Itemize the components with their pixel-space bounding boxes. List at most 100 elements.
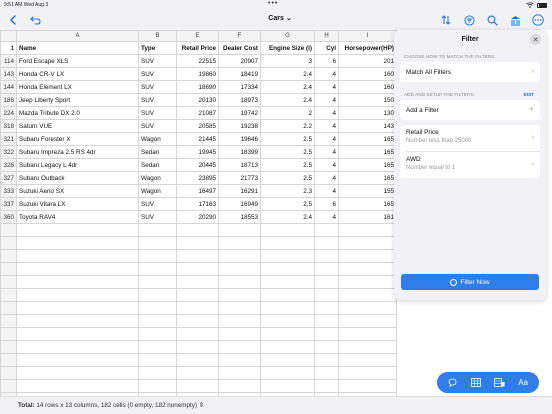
- table-cell[interactable]: Subaru Impreza 2.5 RS 4dr: [16, 145, 139, 159]
- table-cell[interactable]: 22515: [176, 54, 219, 68]
- empty-cell[interactable]: [176, 275, 219, 289]
- corner-cell[interactable]: [0, 30, 17, 42]
- empty-cell[interactable]: [138, 275, 177, 289]
- empty-cell[interactable]: [138, 366, 177, 380]
- table-cell[interactable]: SUV: [138, 93, 177, 107]
- table-cell[interactable]: 4: [314, 158, 339, 172]
- sort-icon[interactable]: [440, 12, 452, 28]
- table-cell[interactable]: 2.5: [260, 145, 315, 159]
- table-cell[interactable]: 6: [314, 197, 339, 211]
- table-cell[interactable]: Wagon: [138, 171, 177, 185]
- empty-cell[interactable]: [138, 327, 177, 341]
- empty-cell[interactable]: [338, 288, 397, 302]
- table-cell[interactable]: 150: [338, 93, 397, 107]
- table-cell[interactable]: 2.2: [260, 119, 315, 133]
- table-cell[interactable]: 16497: [176, 184, 219, 198]
- empty-cell[interactable]: [176, 262, 219, 276]
- empty-cell[interactable]: [314, 379, 339, 393]
- table-cell[interactable]: 23895: [176, 171, 219, 185]
- empty-cell[interactable]: [0, 236, 17, 250]
- table-cell[interactable]: Sedan: [138, 145, 177, 159]
- table-cell[interactable]: 165: [338, 158, 397, 172]
- table-cell[interactable]: Honda CR-V LX: [16, 67, 139, 81]
- row-number[interactable]: 144: [0, 80, 17, 94]
- comment-icon[interactable]: [442, 375, 464, 390]
- table-cell[interactable]: 4: [314, 145, 339, 159]
- chevron-left-icon[interactable]: [6, 12, 20, 28]
- table-cell[interactable]: Wagon: [138, 132, 177, 146]
- table-cell[interactable]: 165: [338, 145, 397, 159]
- empty-cell[interactable]: [218, 327, 261, 341]
- empty-cell[interactable]: [314, 301, 339, 315]
- empty-cell[interactable]: [314, 366, 339, 380]
- empty-cell[interactable]: [314, 327, 339, 341]
- column-header[interactable]: Dealer Cost: [218, 41, 261, 55]
- empty-cell[interactable]: [218, 340, 261, 354]
- table-cell[interactable]: 20445: [176, 158, 219, 172]
- column-header[interactable]: Retail Price: [176, 41, 219, 55]
- table-cell[interactable]: SUV: [138, 119, 177, 133]
- table-cell[interactable]: 16291: [218, 184, 261, 198]
- add-filter-button[interactable]: Add a Filter +: [400, 100, 540, 120]
- empty-cell[interactable]: [176, 379, 219, 393]
- column-header[interactable]: Cyl: [314, 41, 339, 55]
- table-cell[interactable]: 160: [338, 80, 397, 94]
- empty-cell[interactable]: [218, 301, 261, 315]
- empty-cell[interactable]: [314, 249, 339, 263]
- empty-cell[interactable]: [138, 223, 177, 237]
- table-cell[interactable]: 17334: [218, 80, 261, 94]
- row-number[interactable]: 337: [0, 197, 17, 211]
- table-cell[interactable]: 161: [338, 210, 397, 224]
- column-letter[interactable]: B: [138, 30, 177, 42]
- table-cell[interactable]: 2.5: [260, 158, 315, 172]
- table-cell[interactable]: 201: [338, 54, 397, 68]
- empty-cell[interactable]: [218, 262, 261, 276]
- table-cell[interactable]: SUV: [138, 80, 177, 94]
- table-cell[interactable]: 18399: [218, 145, 261, 159]
- form-view-icon[interactable]: [489, 375, 511, 390]
- row-number[interactable]: 326: [0, 158, 17, 172]
- column-letter[interactable]: F: [218, 30, 261, 42]
- table-cell[interactable]: Saturn VUE: [16, 119, 139, 133]
- empty-cell[interactable]: [176, 301, 219, 315]
- empty-cell[interactable]: [176, 327, 219, 341]
- table-cell[interactable]: Suzuki Aerio SX: [16, 184, 139, 198]
- table-cell[interactable]: 165: [338, 132, 397, 146]
- table-cell[interactable]: 160: [338, 67, 397, 81]
- empty-cell[interactable]: [218, 236, 261, 250]
- table-cell[interactable]: 20907: [218, 54, 261, 68]
- table-cell[interactable]: 17163: [176, 197, 219, 211]
- empty-cell[interactable]: [260, 301, 315, 315]
- column-header[interactable]: Name: [16, 41, 139, 55]
- empty-cell[interactable]: [338, 366, 397, 380]
- table-cell[interactable]: 4: [314, 132, 339, 146]
- empty-cell[interactable]: [314, 353, 339, 367]
- empty-cell[interactable]: [16, 288, 139, 302]
- empty-cell[interactable]: [138, 379, 177, 393]
- empty-cell[interactable]: [176, 236, 219, 250]
- close-icon[interactable]: ✕: [530, 34, 541, 45]
- document-title[interactable]: Cars ⌄: [250, 14, 310, 22]
- empty-cell[interactable]: [218, 288, 261, 302]
- table-cell[interactable]: 19742: [218, 106, 261, 120]
- empty-cell[interactable]: [338, 236, 397, 250]
- empty-cell[interactable]: [260, 288, 315, 302]
- table-cell[interactable]: 4: [314, 210, 339, 224]
- empty-cell[interactable]: [176, 314, 219, 328]
- empty-cell[interactable]: [338, 327, 397, 341]
- more-icon[interactable]: [531, 12, 544, 28]
- multitasking-dots[interactable]: •••: [268, 0, 278, 7]
- table-cell[interactable]: 21445: [176, 132, 219, 146]
- row-number[interactable]: 327: [0, 171, 17, 185]
- table-cell[interactable]: 165: [338, 197, 397, 211]
- table-cell[interactable]: 4: [314, 106, 339, 120]
- table-icon[interactable]: [465, 375, 487, 390]
- empty-cell[interactable]: [338, 262, 397, 276]
- empty-cell[interactable]: [218, 223, 261, 237]
- table-cell[interactable]: Subaru Outback: [16, 171, 139, 185]
- table-cell[interactable]: Wagon: [138, 184, 177, 198]
- empty-cell[interactable]: [218, 353, 261, 367]
- table-cell[interactable]: 143: [338, 119, 397, 133]
- empty-cell[interactable]: [138, 353, 177, 367]
- table-cell[interactable]: 155: [338, 184, 397, 198]
